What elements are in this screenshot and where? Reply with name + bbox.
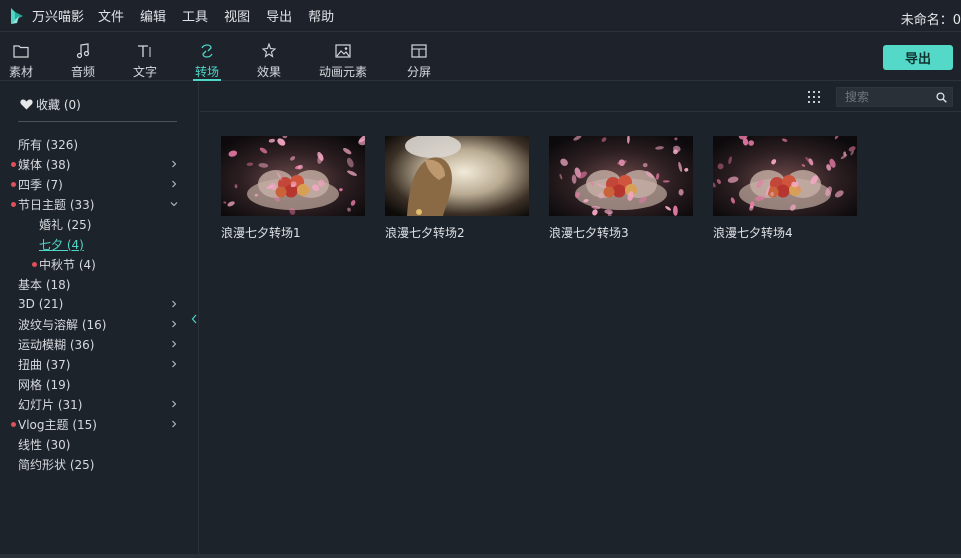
split-screen-icon xyxy=(411,40,427,62)
tab-effects[interactable]: 效果 xyxy=(257,33,281,81)
music-note-icon xyxy=(76,40,90,62)
sidebar-category-item[interactable]: 媒体 (38) xyxy=(11,154,71,174)
sidebar-category-item[interactable]: 幻灯片 (31) xyxy=(18,394,82,414)
transition-thumbnail[interactable] xyxy=(713,136,857,216)
transition-thumbnail[interactable] xyxy=(221,136,365,216)
category-label: 扭曲 (37) xyxy=(18,357,71,372)
sidebar-category-item[interactable]: 线性 (30) xyxy=(18,434,70,454)
menu-tools[interactable]: 工具 xyxy=(182,6,208,25)
category-label: 线性 (30) xyxy=(18,437,71,452)
category-label: 所有 (326) xyxy=(18,137,79,152)
category-label: 运动模糊 (36) xyxy=(18,337,95,352)
transition-name: 浪漫七夕转场4 xyxy=(713,226,793,240)
menu-help[interactable]: 帮助 xyxy=(308,6,334,25)
sidebar-category-item[interactable]: 网格 (19) xyxy=(18,374,70,394)
favorites-label: 收藏 (0) xyxy=(36,98,81,112)
menu-bar: 万兴喵影 文件 编辑 工具 视图 导出 帮助 未命名：0 xyxy=(0,0,961,32)
sidebar-category-item[interactable]: 基本 (18) xyxy=(18,274,70,294)
menu-file[interactable]: 文件 xyxy=(98,6,124,25)
tab-audio[interactable]: 音频 xyxy=(71,33,95,81)
transition-name: 浪漫七夕转场2 xyxy=(385,226,465,240)
effects-icon xyxy=(261,40,277,62)
transition-card[interactable]: 浪漫七夕转场1 xyxy=(221,136,365,241)
sidebar-category-item[interactable]: 运动模糊 (36) xyxy=(18,334,94,354)
toolbar: 素材 音频 文字 转场 效果 动画元素 分屏 导出 xyxy=(0,33,961,81)
export-button[interactable]: 导出 xyxy=(883,45,953,70)
transition-card[interactable]: 浪漫七夕转场2 xyxy=(385,136,529,241)
sidebar-category-item[interactable]: 中秋节 (4) xyxy=(32,254,96,274)
favorites-item[interactable]: 收藏 (0) xyxy=(20,96,81,113)
category-label: 基本 (18) xyxy=(18,277,71,292)
transition-thumbnail[interactable] xyxy=(549,136,693,216)
transition-icon xyxy=(199,40,215,62)
category-label: 3D (21) xyxy=(18,297,64,311)
tab-elements[interactable]: 动画元素 xyxy=(319,33,367,81)
menu-edit[interactable]: 编辑 xyxy=(140,6,166,25)
category-label: 网格 (19) xyxy=(18,377,71,392)
new-badge-dot xyxy=(11,182,16,187)
content-header xyxy=(200,82,961,112)
project-name: 未命名：0 xyxy=(900,13,961,28)
new-badge-dot xyxy=(32,262,37,267)
menu-export[interactable]: 导出 xyxy=(266,6,292,25)
sidebar-category-item[interactable]: 所有 (326) xyxy=(18,134,78,154)
collapse-panel-icon[interactable] xyxy=(191,312,197,326)
tab-media[interactable]: 素材 xyxy=(9,33,33,81)
category-label: 幻灯片 (31) xyxy=(18,397,83,412)
image-icon xyxy=(335,40,351,62)
sidebar-category-item[interactable]: 七夕 (4) xyxy=(39,234,84,254)
app-name: 万兴喵影 xyxy=(32,10,85,25)
transition-thumbnail[interactable] xyxy=(385,136,529,216)
category-label: 婚礼 (25) xyxy=(39,217,92,232)
category-label: Vlog主题 (15) xyxy=(18,417,97,432)
transition-card[interactable]: 浪漫七夕转场4 xyxy=(713,136,857,241)
sidebar-category-item[interactable]: 四季 (7) xyxy=(11,174,63,194)
grid-view-icon[interactable] xyxy=(807,90,821,104)
bottom-border xyxy=(0,554,961,558)
chevron-right-icon[interactable] xyxy=(170,360,178,368)
transition-name: 浪漫七夕转场3 xyxy=(549,226,629,240)
new-badge-dot xyxy=(11,202,16,207)
folder-icon xyxy=(13,40,29,62)
sidebar-category-item[interactable]: Vlog主题 (15) xyxy=(11,414,97,434)
sidebar-category-item[interactable]: 3D (21) xyxy=(18,294,63,314)
search-input[interactable] xyxy=(845,90,935,104)
chevron-right-icon[interactable] xyxy=(170,340,178,348)
sidebar-category-item[interactable]: 节日主题 (33) xyxy=(11,194,95,214)
sidebar-category-item[interactable]: 简约形状 (25) xyxy=(18,454,94,474)
sidebar-category-item[interactable]: 扭曲 (37) xyxy=(18,354,70,374)
heart-icon xyxy=(20,99,33,110)
tab-text[interactable]: 文字 xyxy=(133,33,157,81)
app-logo-icon xyxy=(8,7,26,25)
text-icon xyxy=(137,40,153,62)
search-icon[interactable] xyxy=(936,92,947,103)
chevron-down-icon[interactable] xyxy=(170,200,178,208)
search-box xyxy=(836,87,953,107)
tab-split-screen[interactable]: 分屏 xyxy=(407,33,431,81)
category-label: 媒体 (38) xyxy=(18,157,71,172)
new-badge-dot xyxy=(11,422,16,427)
transition-name: 浪漫七夕转场1 xyxy=(221,226,301,240)
category-label: 波纹与溶解 (16) xyxy=(18,317,107,332)
chevron-right-icon[interactable] xyxy=(170,160,178,168)
category-label: 节日主题 (33) xyxy=(18,197,95,212)
new-badge-dot xyxy=(11,162,16,167)
tab-transition[interactable]: 转场 xyxy=(192,33,222,81)
category-sidebar: 收藏 (0) 所有 (326) 媒体 (38) 四季 (7) 节日主题 (33) 婚礼 … xyxy=(0,82,199,558)
sidebar-category-item[interactable]: 婚礼 (25) xyxy=(39,214,91,234)
menu-view[interactable]: 视图 xyxy=(224,6,250,25)
chevron-right-icon[interactable] xyxy=(170,300,178,308)
sidebar-divider xyxy=(18,121,177,122)
category-label: 七夕 (4) xyxy=(39,237,84,252)
category-label: 简约形状 (25) xyxy=(18,457,95,472)
category-label: 四季 (7) xyxy=(18,177,63,192)
chevron-right-icon[interactable] xyxy=(170,320,178,328)
chevron-right-icon[interactable] xyxy=(170,400,178,408)
transition-card[interactable]: 浪漫七夕转场3 xyxy=(549,136,693,241)
category-label: 中秋节 (4) xyxy=(39,257,96,272)
chevron-right-icon[interactable] xyxy=(170,420,178,428)
sidebar-category-item[interactable]: 波纹与溶解 (16) xyxy=(18,314,106,334)
chevron-right-icon[interactable] xyxy=(170,180,178,188)
